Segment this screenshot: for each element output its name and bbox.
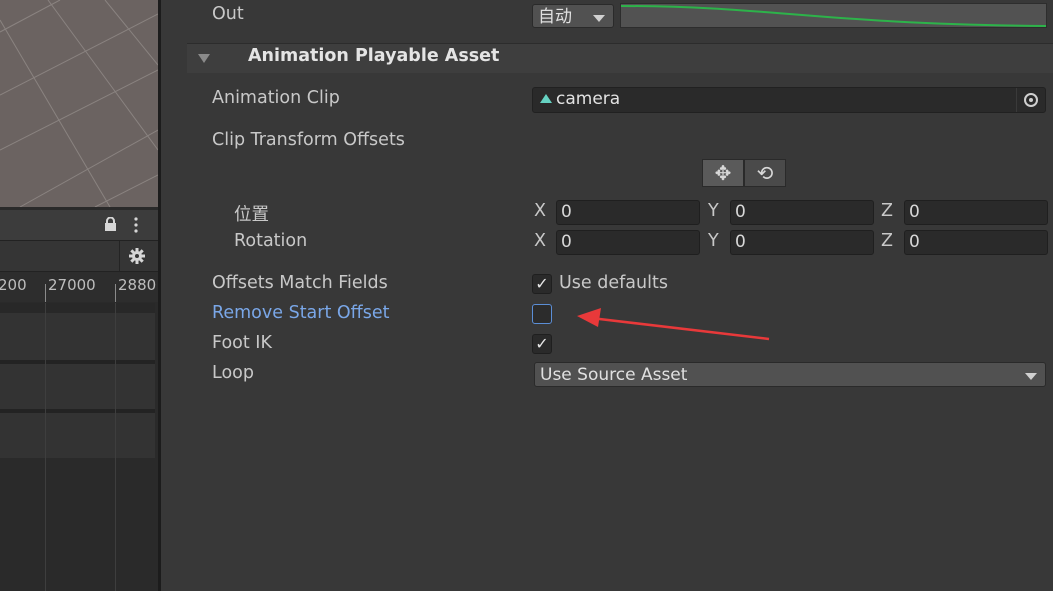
position-label: 位置 — [234, 205, 269, 225]
animation-clip-value: camera — [556, 89, 621, 109]
loop-value: Use Source Asset — [540, 365, 688, 385]
animation-clip-icon — [540, 94, 552, 103]
rotation-x-field[interactable]: 0 — [556, 230, 700, 255]
move-icon: ✥ — [714, 161, 732, 185]
lock-icon[interactable] — [104, 216, 117, 232]
foot-ik-checkbox[interactable]: ✓ — [532, 334, 552, 354]
ease-curve-preview[interactable] — [620, 3, 1047, 28]
use-defaults-label[interactable]: Use defaults — [559, 273, 668, 293]
loop-label: Loop — [212, 363, 254, 383]
position-x-field[interactable]: 0 — [556, 200, 700, 225]
animation-playable-asset-header[interactable]: Animation Playable Asset — [187, 43, 1053, 73]
ruler-label: 2880 — [118, 276, 157, 294]
position-z-label: Z — [881, 201, 893, 221]
position-y-value: 0 — [735, 202, 746, 222]
out-label: Out — [212, 4, 244, 24]
animation-clip-field[interactable]: camera — [532, 87, 1046, 113]
animation-clip-label: Animation Clip — [212, 88, 340, 108]
rotation-z-field[interactable]: 0 — [904, 230, 1048, 255]
timeline-toolbar — [0, 241, 158, 272]
timeline-track[interactable] — [0, 313, 155, 360]
rotation-label: Rotation — [234, 231, 308, 251]
timeline-track[interactable] — [0, 413, 155, 458]
rotate-icon: ⟲ — [756, 161, 774, 185]
section-title: Animation Playable Asset — [248, 46, 500, 66]
rotate-tool-button[interactable]: ⟲ — [744, 159, 786, 187]
position-y-label: Y — [708, 201, 719, 221]
position-z-value: 0 — [909, 202, 920, 222]
rotation-x-label: X — [534, 231, 546, 251]
clip-transform-offsets-label: Clip Transform Offsets — [212, 130, 405, 150]
position-y-field[interactable]: 0 — [730, 200, 874, 225]
position-x-value: 0 — [561, 202, 572, 222]
rotation-y-label: Y — [708, 231, 719, 251]
rotation-x-value: 0 — [561, 232, 572, 252]
scene-grid — [0, 0, 158, 207]
curve-graph — [620, 5, 1047, 27]
offsets-match-fields-label: Offsets Match Fields — [212, 273, 388, 293]
use-defaults-checkbox[interactable]: ✓ — [532, 274, 552, 294]
rotation-z-value: 0 — [909, 232, 920, 252]
out-dropdown[interactable]: 自动 — [532, 4, 614, 28]
ruler-label: 27000 — [48, 276, 96, 294]
move-tool-button[interactable]: ✥ — [702, 159, 744, 187]
scene-viewport[interactable] — [0, 0, 158, 207]
object-picker-button[interactable] — [1016, 88, 1045, 112]
position-x-label: X — [534, 201, 546, 221]
foot-ik-label: Foot IK — [212, 333, 272, 353]
rotation-z-label: Z — [881, 231, 893, 251]
rotation-y-value: 0 — [735, 232, 746, 252]
position-z-field[interactable]: 0 — [904, 200, 1048, 225]
loop-dropdown[interactable]: Use Source Asset — [534, 362, 1046, 387]
inspector-panel: Out 自动 Animation Playable Asset Animatio… — [161, 0, 1053, 591]
timeline-panel: 200 27000 2880 — [0, 0, 158, 591]
rotation-y-field[interactable]: 0 — [730, 230, 874, 255]
foldout-arrow-icon[interactable] — [198, 54, 210, 63]
remove-start-offset-checkbox[interactable] — [532, 304, 552, 324]
gear-icon[interactable] — [128, 247, 146, 265]
time-ruler[interactable]: 200 27000 2880 — [0, 272, 158, 302]
timeline-track[interactable] — [0, 364, 155, 409]
chevron-down-icon — [593, 15, 605, 22]
chevron-down-icon — [1025, 373, 1037, 380]
remove-start-offset-label: Remove Start Offset — [212, 303, 390, 323]
timeline-header — [0, 210, 158, 241]
ruler-label: 200 — [0, 276, 27, 294]
more-options-icon[interactable] — [133, 216, 139, 234]
out-value: 自动 — [538, 7, 572, 27]
